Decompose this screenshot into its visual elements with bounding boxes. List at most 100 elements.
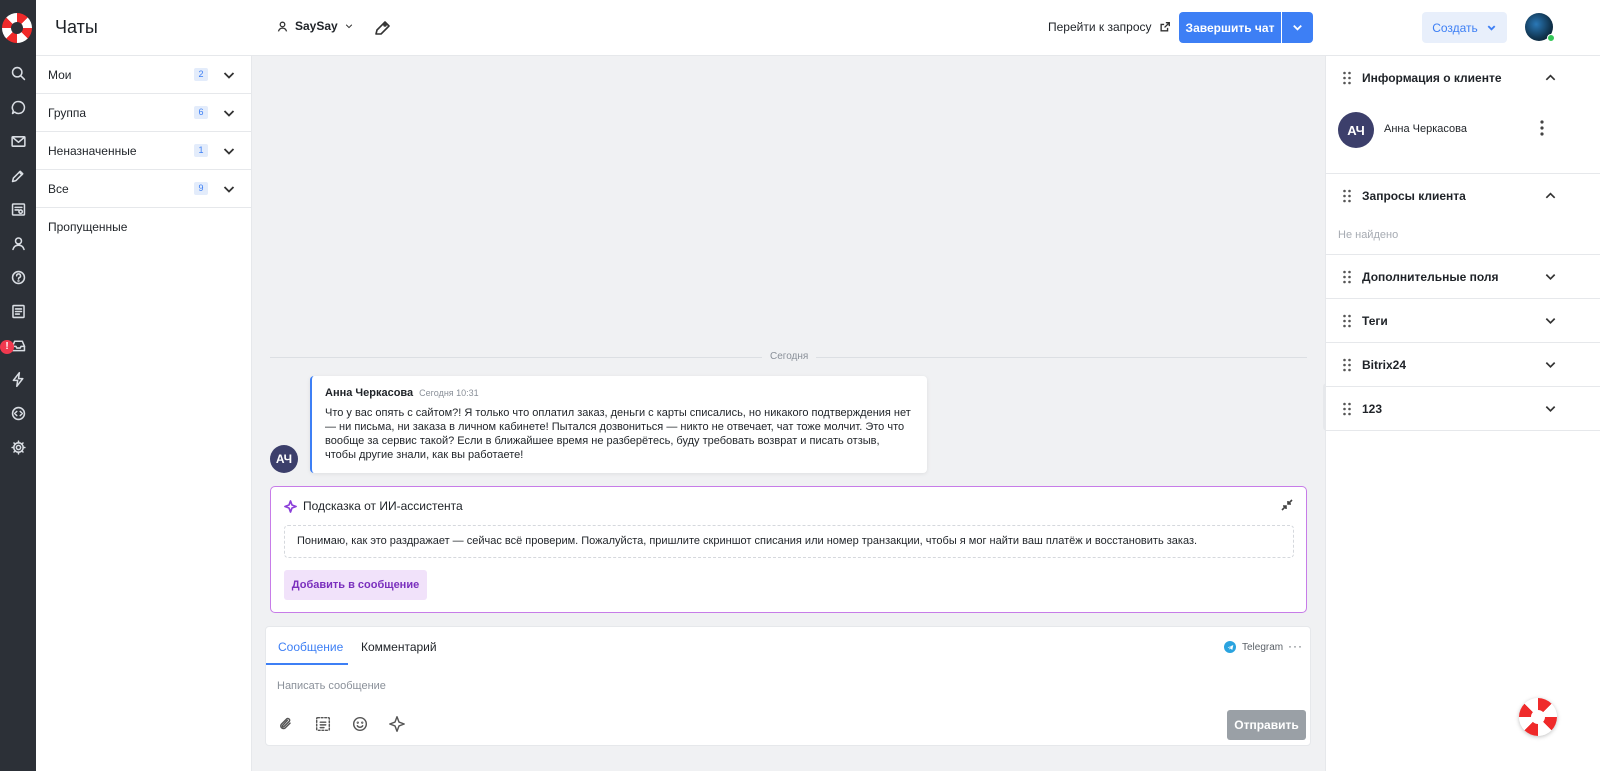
chat-groups-sidebar: Мои 2 Группа 6 Неназначенные 1 Все 9 Про… [36,56,252,771]
chevron-down-icon [345,24,352,29]
emoji-icon[interactable] [351,715,371,735]
chat-group-label: Мои [48,67,72,82]
external-link-icon [1159,22,1170,32]
chat-group-count: 9 [194,182,208,195]
chat-group-label: Пропущенные [48,220,128,234]
agent-selector[interactable]: SaySay [276,19,354,33]
chat-group-label: Все [48,181,69,196]
finish-chat-dropdown[interactable] [1282,12,1313,43]
chat-group-label: Неназначенные [48,143,137,158]
chevron-down-icon[interactable] [222,68,236,82]
agent-name: SaySay [295,19,338,33]
message-bubble: Анна Черкасова Сегодня 10:31 Что у вас о… [310,376,927,473]
chevron-down-icon[interactable] [1544,314,1558,328]
template-icon[interactable] [314,715,334,735]
help-icon[interactable] [5,264,31,290]
document-icon[interactable] [5,298,31,324]
chat-group-all[interactable]: Все 9 [36,170,251,208]
message-author: Анна Черкасова [325,387,414,399]
tab-message[interactable]: Сообщение [278,640,343,654]
chevron-down-icon[interactable] [222,182,236,196]
search-icon[interactable] [5,60,31,86]
app-logo-icon[interactable] [2,13,32,43]
page-title: Чаты [55,17,98,37]
nav-rail: ! [0,0,36,771]
send-button[interactable]: Отправить [1227,710,1306,740]
lightning-icon[interactable] [5,366,31,392]
more-options-icon[interactable]: ··· [1288,639,1303,653]
chat-bubble-icon[interactable] [5,94,31,120]
section-title: Дополнительные поля [1362,270,1499,284]
section-123[interactable]: 123 [1326,387,1600,431]
chevron-down-icon[interactable] [1544,402,1558,416]
user-icon [277,21,288,32]
code-icon[interactable] [5,400,31,426]
chevron-down-icon[interactable] [222,106,236,120]
add-to-message-button[interactable]: Добавить в сообщение [284,570,427,600]
knowledge-base-icon[interactable] [5,196,31,222]
ai-hint-title: Подсказка от ИИ-ассистента [303,499,463,513]
section-divider [1326,430,1600,431]
chat-group-unassigned[interactable]: Неназначенные 1 [36,132,251,170]
drag-handle-icon[interactable] [1342,358,1352,372]
chat-group-count: 6 [194,106,208,119]
edit-tag-icon[interactable] [5,162,31,188]
section-additional-fields[interactable]: Дополнительные поля [1326,255,1600,299]
ai-suggestion-text[interactable]: Понимаю, как это раздражает — сейчас всё… [284,525,1294,558]
ai-sparkle-icon[interactable] [388,715,408,735]
chat-group-team[interactable]: Группа 6 [36,94,251,132]
chevron-down-icon[interactable] [1544,358,1558,372]
message-text: Что у вас опять с сайтом?! Я только что … [325,407,911,461]
chevron-up-icon[interactable] [1544,189,1558,203]
drag-handle-icon[interactable] [1342,189,1352,203]
finish-chat-button[interactable]: Завершить чат [1179,12,1281,43]
online-status-dot [1547,34,1555,42]
avatar: АЧ [1338,112,1374,148]
chevron-down-icon[interactable] [222,144,236,158]
client-info-panel: Информация о клиенте АЧ Анна Черкасова З… [1325,56,1600,771]
chat-group-count: 2 [194,68,208,81]
message-time: Сегодня 10:31 [419,388,479,398]
message-input[interactable] [277,676,1177,696]
section-title: Запросы клиента [1362,189,1466,203]
drag-handle-icon[interactable] [1342,402,1352,416]
section-title: Bitrix24 [1362,358,1407,372]
chat-group-label: Группа [48,105,87,120]
chat-group-missed[interactable]: Пропущенные [36,208,251,246]
drag-handle-icon[interactable] [1342,270,1352,284]
chat-group-my[interactable]: Мои 2 [36,56,251,94]
channel-selector[interactable]: Telegram [1224,641,1283,653]
drag-handle-icon[interactable] [1342,71,1352,85]
create-label: Создать [1432,20,1478,35]
settings-icon[interactable] [5,434,31,460]
active-tab-underline [266,663,348,665]
tab-comment[interactable]: Комментарий [361,640,437,654]
telegram-icon [1224,641,1236,653]
chevron-up-icon[interactable] [1544,71,1558,85]
edit-tag-button[interactable] [373,17,395,39]
requests-empty-state: Не найдено [1338,229,1399,241]
channel-name: Telegram [1242,641,1284,653]
drag-handle-icon[interactable] [1342,314,1352,328]
avatar: АЧ [270,445,298,473]
client-name[interactable]: Анна Черкасова [1384,123,1467,135]
support-widget-icon[interactable] [1519,698,1557,736]
attach-icon[interactable] [277,715,297,735]
message-composer: Сообщение Комментарий Telegram ··· Отпра… [265,626,1311,746]
create-button[interactable]: Создать [1422,12,1507,43]
collapse-icon[interactable] [1281,499,1295,513]
mail-icon[interactable] [5,128,31,154]
section-client-requests[interactable]: Запросы клиента [1326,174,1600,218]
section-tags[interactable]: Теги [1326,299,1600,343]
chevron-down-icon [1293,24,1302,31]
goto-request-link[interactable]: Перейти к запросу [1048,20,1171,34]
alert-badge: ! [0,340,14,354]
kebab-menu-icon[interactable] [1540,120,1546,138]
user-icon[interactable] [5,230,31,256]
section-client-info[interactable]: Информация о клиенте [1326,56,1600,100]
chevron-down-icon [1487,25,1496,31]
chevron-down-icon[interactable] [1544,270,1558,284]
section-bitrix24[interactable]: Bitrix24 [1326,343,1600,387]
ai-hint-panel: Подсказка от ИИ-ассистента Понимаю, как … [270,486,1307,613]
section-title: Информация о клиенте [1362,71,1502,85]
